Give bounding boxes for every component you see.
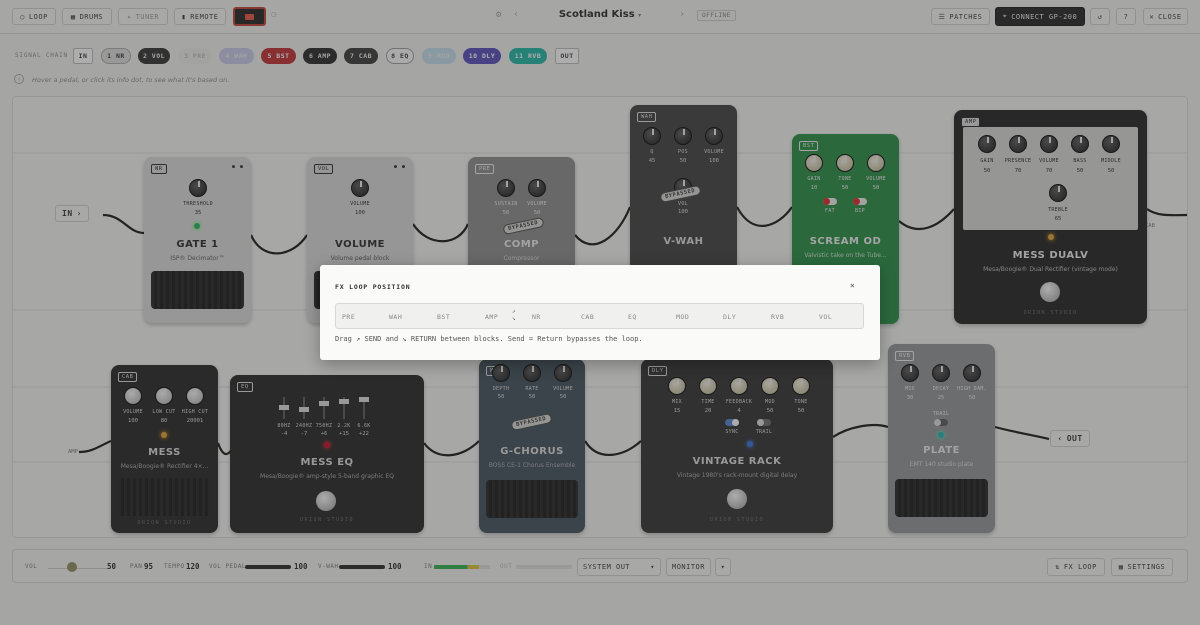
slot-nr[interactable]: NR <box>532 313 541 321</box>
fx-loop-slots: PRE WAH BST AMP ↗ ↘ NR CAB EQ MOD DLY RVB… <box>335 303 864 329</box>
close-icon[interactable]: × <box>850 281 855 290</box>
slot-rvb[interactable]: RVB <box>771 313 784 321</box>
slot-pre[interactable]: PRE <box>342 313 355 321</box>
slot-vol[interactable]: VOL <box>819 313 832 321</box>
slot-bst[interactable]: BST <box>437 313 450 321</box>
slot-mod[interactable]: MOD <box>676 313 689 321</box>
app: ○ LOOP ▦ DRUMS ✦ TUNER ▮ REMOTE ⚆ ⚙ ‹ Scotla… <box>0 0 1200 625</box>
slot-amp[interactable]: AMP <box>485 313 498 321</box>
slot-dly[interactable]: DLY <box>723 313 736 321</box>
slot-eq[interactable]: EQ <box>628 313 637 321</box>
modal-note: Drag ↗ SEND and ↘ RETURN between blocks.… <box>335 335 643 343</box>
send-return-handle-icon[interactable]: ↗ ↘ <box>512 308 516 322</box>
fx-loop-modal: FX LOOP POSITION × PRE WAH BST AMP ↗ ↘ NR… <box>320 265 880 360</box>
modal-title: FX LOOP POSITION <box>335 283 411 291</box>
slot-wah[interactable]: WAH <box>389 313 402 321</box>
slot-cab[interactable]: CAB <box>581 313 594 321</box>
